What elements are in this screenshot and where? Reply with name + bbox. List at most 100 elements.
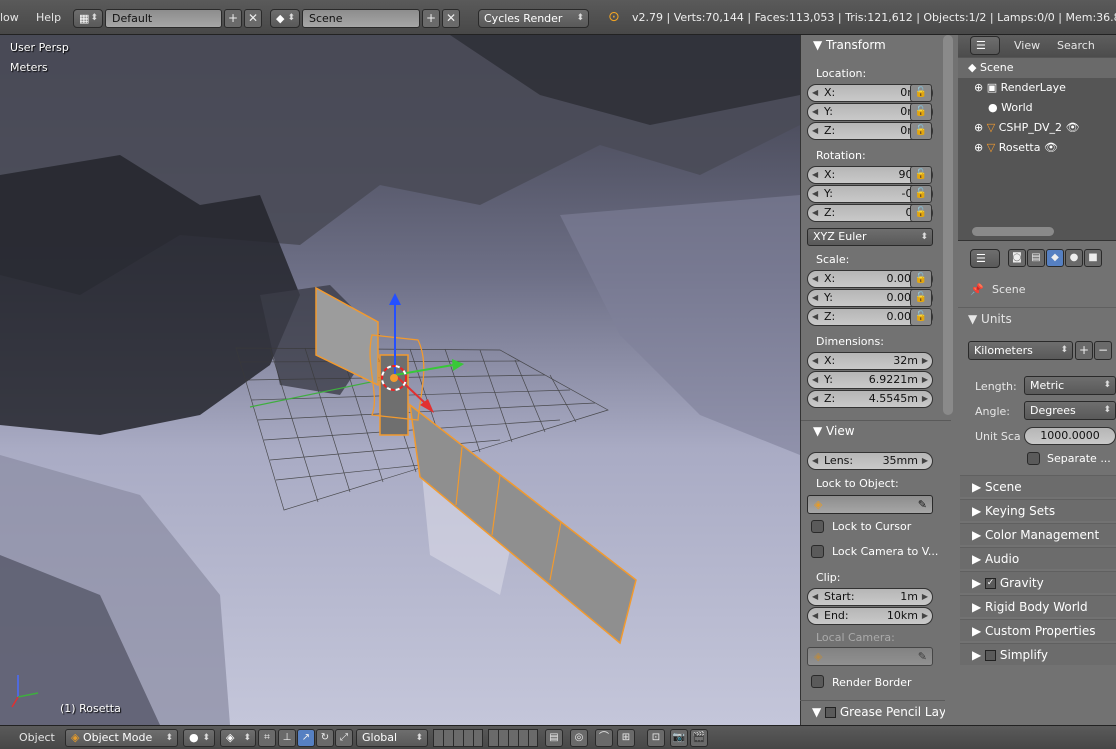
eye-icon[interactable]: 👁: [1066, 121, 1080, 134]
3d-viewport[interactable]: User Persp Meters (1) Rosetta: [0, 35, 800, 725]
remove-scene-icon[interactable]: ✕: [442, 9, 460, 28]
expand-icon[interactable]: ⊕: [974, 81, 983, 94]
outliner-item-world[interactable]: ● World: [958, 98, 1116, 118]
mode-dropdown[interactable]: ◈ Object Mode ⬍: [65, 729, 178, 747]
dimension-x-field[interactable]: ◀ X: 32m ▶: [807, 352, 933, 370]
scale-manipulator-icon[interactable]: ⤢: [335, 729, 353, 747]
outliner-item-renderlayers[interactable]: ⊕ ▣ RenderLaye: [958, 78, 1116, 98]
lock-icon[interactable]: 🔓: [910, 308, 932, 326]
simplify-checkbox[interactable]: [985, 650, 997, 661]
snap-icon[interactable]: ⌒: [595, 729, 613, 747]
npanel-scrollbar[interactable]: [943, 35, 953, 415]
audio-section-header[interactable]: ▶ Audio: [960, 547, 1116, 569]
lock-object-field[interactable]: ◈ ✎: [807, 495, 933, 514]
snap-element-icon[interactable]: ⊞: [617, 729, 635, 747]
render-tab-icon[interactable]: ◙: [1008, 249, 1026, 267]
snap-target-icon[interactable]: ⊡: [647, 729, 665, 747]
pivot-point-dropdown[interactable]: ◈ ⬍: [220, 729, 256, 747]
scene-layers-group-1[interactable]: [433, 729, 483, 747]
scene-icon-dropdown[interactable]: ◆ ⬍: [270, 9, 300, 28]
clip-start-field[interactable]: ◀ Start: 1m ▶: [807, 588, 933, 606]
opengl-animation-icon[interactable]: 🎬: [690, 729, 708, 747]
pin-icon[interactable]: 📌: [970, 283, 984, 296]
angle-dropdown[interactable]: Degrees ⬍: [1024, 401, 1116, 420]
window-menu[interactable]: low: [0, 11, 19, 24]
manipulator-toggle-icon[interactable]: ⊥: [278, 729, 296, 747]
lock-icon[interactable]: 🔓: [910, 204, 932, 222]
eyedropper-icon[interactable]: ✎: [918, 648, 927, 665]
layers-tab-icon[interactable]: ▤: [1027, 249, 1045, 267]
dimension-y-field[interactable]: ◀ Y: 6.9221m ▶: [807, 371, 933, 389]
viewport-shading-dropdown[interactable]: ● ⬍: [183, 729, 215, 747]
rotation-mode-dropdown[interactable]: XYZ Euler ⬍: [807, 228, 933, 246]
screen-layout-icon-dropdown[interactable]: ▦ ⬍: [73, 9, 103, 28]
manipulate-center-icon[interactable]: ⌗: [258, 729, 276, 747]
units-panel-header[interactable]: ▼ Units: [958, 307, 1116, 329]
lock-icon[interactable]: 🔓: [910, 84, 932, 102]
add-layout-icon[interactable]: +: [224, 9, 242, 28]
outliner-item-cshp[interactable]: ⊕ ▽ CSHP_DV_2 👁: [958, 118, 1116, 138]
lock-to-cursor-checkbox[interactable]: [811, 520, 824, 533]
unit-scale-field[interactable]: 1000.0000: [1024, 427, 1116, 445]
outliner-item-scene[interactable]: ◆ Scene: [958, 58, 1116, 78]
remove-layout-icon[interactable]: ✕: [244, 9, 262, 28]
outliner-item-rosetta[interactable]: ⊕ ▽ Rosetta 👁: [958, 138, 1116, 158]
grease-pencil-panel-header[interactable]: ▼ Grease Pencil Lay: [800, 700, 945, 725]
viewport-scene[interactable]: [0, 35, 800, 725]
editor-type-dropdown[interactable]: ☰: [970, 36, 1000, 55]
scene-layers-group-2[interactable]: [488, 729, 538, 747]
proportional-editing-icon[interactable]: ◎: [570, 729, 588, 747]
rotate-manipulator-icon[interactable]: ↻: [316, 729, 334, 747]
grease-pencil-checkbox[interactable]: [825, 707, 837, 718]
editor-type-dropdown[interactable]: ☰: [970, 249, 1000, 268]
translate-manipulator-icon[interactable]: ↗: [297, 729, 315, 747]
remove-preset-icon[interactable]: −: [1094, 341, 1112, 360]
expand-icon[interactable]: ⊕: [974, 141, 983, 154]
lock-icon[interactable]: 🔓: [910, 166, 932, 184]
scene-tab-icon[interactable]: ◆: [1046, 249, 1064, 267]
screen-layout-field[interactable]: Default: [105, 9, 222, 28]
world-tab-icon[interactable]: ●: [1065, 249, 1083, 267]
rigid-body-world-section-header[interactable]: ▶ Rigid Body World: [960, 595, 1116, 617]
gravity-checkbox[interactable]: ✓: [985, 578, 997, 589]
render-engine-dropdown[interactable]: Cycles Render ⬍: [478, 9, 589, 28]
add-scene-icon[interactable]: +: [422, 9, 440, 28]
lens-field[interactable]: ◀ Lens: 35mm ▶: [807, 452, 933, 470]
lock-icon[interactable]: 🔓: [910, 289, 932, 307]
lock-icon[interactable]: 🔓: [910, 270, 932, 288]
outliner-search-menu[interactable]: Search: [1057, 39, 1095, 52]
render-border-checkbox[interactable]: [811, 675, 824, 688]
separate-units-checkbox[interactable]: [1027, 452, 1040, 465]
object-mode-icon: ◈: [71, 731, 80, 744]
keying-sets-section-header[interactable]: ▶ Keying Sets: [960, 499, 1116, 521]
lock-icon[interactable]: 🔓: [910, 103, 932, 121]
color-management-section-header[interactable]: ▶ Color Management: [960, 523, 1116, 545]
length-dropdown[interactable]: Metric ⬍: [1024, 376, 1116, 395]
lock-camera-checkbox[interactable]: [811, 545, 824, 558]
scene-field[interactable]: Scene: [302, 9, 420, 28]
view-panel-header[interactable]: ▼ View: [801, 420, 951, 440]
object-menu[interactable]: Object: [19, 731, 55, 744]
lock-layers-icon[interactable]: ▤: [545, 729, 563, 747]
eyedropper-icon[interactable]: ✎: [918, 496, 927, 513]
add-preset-icon[interactable]: +: [1075, 341, 1093, 360]
help-menu[interactable]: Help: [36, 11, 61, 24]
simplify-section-header[interactable]: ▶ Simplify: [960, 643, 1116, 665]
custom-properties-section-header[interactable]: ▶ Custom Properties: [960, 619, 1116, 641]
lock-icon[interactable]: 🔓: [910, 185, 932, 203]
outliner-view-menu[interactable]: View: [1014, 39, 1040, 52]
local-camera-field[interactable]: ◈ ✎: [807, 647, 933, 666]
transform-panel-header[interactable]: ▼ Transform: [801, 35, 951, 55]
clip-end-field[interactable]: ◀ End: 10km ▶: [807, 607, 933, 625]
outliner-scrollbar[interactable]: [972, 227, 1054, 236]
object-tab-icon[interactable]: ■: [1084, 249, 1102, 267]
opengl-render-icon[interactable]: 📷: [670, 729, 688, 747]
scene-section-header[interactable]: ▶ Scene: [960, 475, 1116, 497]
expand-icon[interactable]: ⊕: [974, 121, 983, 134]
lock-icon[interactable]: 🔓: [910, 122, 932, 140]
unit-preset-dropdown[interactable]: Kilometers ⬍: [968, 341, 1073, 360]
dimension-z-field[interactable]: ◀ Z: 4.5545m ▶: [807, 390, 933, 408]
transform-orientation-dropdown[interactable]: Global ⬍: [356, 729, 428, 747]
gravity-section-header[interactable]: ▶ ✓ Gravity: [960, 571, 1116, 593]
eye-icon[interactable]: 👁: [1044, 141, 1058, 154]
